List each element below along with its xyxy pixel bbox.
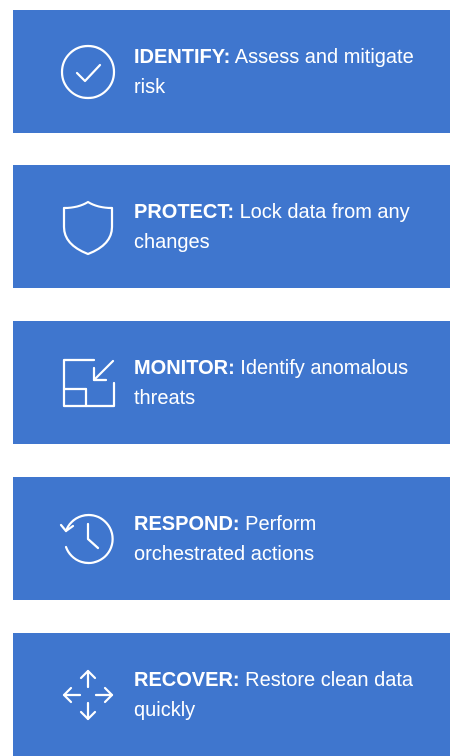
card-heading: RECOVER: [134,668,240,691]
card-heading: PROTECT: [134,200,234,223]
monitor-window-icon [57,352,119,414]
card-heading: MONITOR: [134,356,235,379]
shield-icon [57,196,119,258]
card-heading: RESPOND: [134,512,240,535]
card-text: RESPOND: Perform orchestrated actions [134,509,432,569]
check-circle-icon [57,41,119,103]
card-identify: IDENTIFY: Assess and mitigate risk [13,10,450,133]
card-recover: RECOVER: Restore clean data quickly [13,633,450,756]
move-arrows-icon [57,664,119,726]
history-clock-icon [57,508,119,570]
card-text: PROTECT: Lock data from any changes [134,197,432,257]
card-respond: RESPOND: Perform orchestrated actions [13,477,450,600]
pillars-list: IDENTIFY: Assess and mitigate risk PROTE… [0,0,463,756]
card-monitor: MONITOR: Identify anomalous threats [13,321,450,444]
card-text: MONITOR: Identify anomalous threats [134,353,432,413]
card-text: RECOVER: Restore clean data quickly [134,665,432,725]
card-protect: PROTECT: Lock data from any changes [13,165,450,288]
card-text: IDENTIFY: Assess and mitigate risk [134,42,432,102]
card-heading: IDENTIFY: [134,45,231,68]
